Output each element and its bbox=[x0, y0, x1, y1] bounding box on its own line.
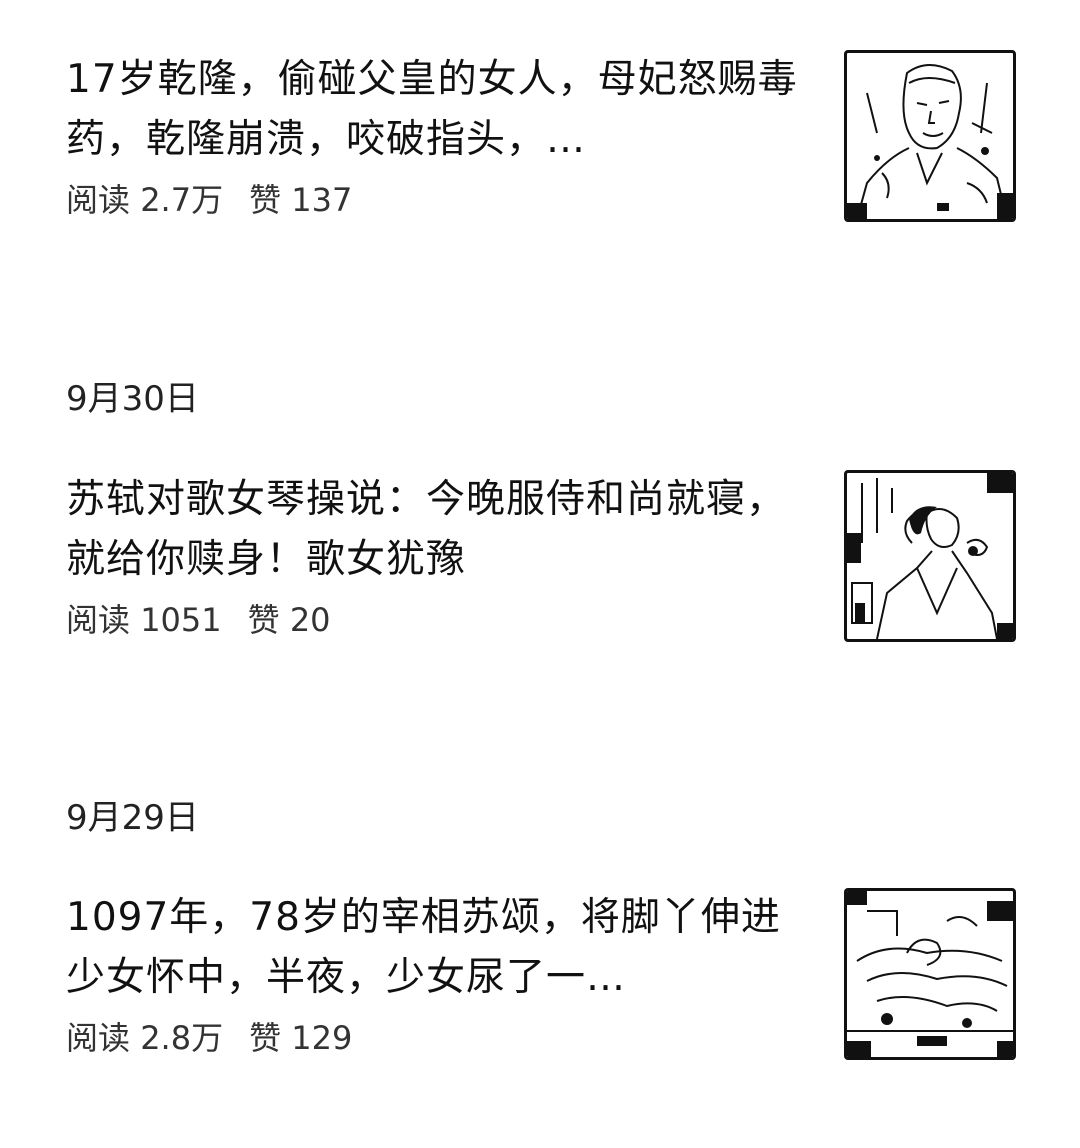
woman-portrait-image bbox=[847, 473, 1013, 639]
article-text: 苏轼对歌女琴操说：今晚服侍和尚就寝，就给你赎身！歌女犹豫 阅读 1051 赞 20 bbox=[66, 470, 806, 642]
likes-count: 20 bbox=[289, 601, 331, 639]
reads-count: 2.8万 bbox=[140, 1019, 224, 1057]
article-text: 1097年，78岁的宰相苏颂，将脚丫伸进少女怀中，半夜，少女尿了一… 阅读 2.… bbox=[66, 888, 806, 1060]
portrait-sketch-image bbox=[847, 64, 1013, 219]
reads-label: 阅读 bbox=[66, 1019, 131, 1057]
likes-label: 赞 bbox=[249, 1019, 282, 1057]
date-header: 9月30日 bbox=[66, 379, 199, 419]
article-title[interactable]: 1097年，78岁的宰相苏颂，将脚丫伸进少女怀中，半夜，少女尿了一… bbox=[66, 888, 806, 1008]
article-thumbnail[interactable] bbox=[844, 470, 1016, 642]
article-thumbnail[interactable] bbox=[844, 50, 1016, 222]
reads-label: 阅读 bbox=[66, 181, 131, 219]
article-stats: 阅读 2.8万赞 129 bbox=[66, 1016, 806, 1060]
likes-count: 129 bbox=[291, 1019, 353, 1057]
likes-label: 赞 bbox=[249, 181, 282, 219]
article-item[interactable]: 苏轼对歌女琴操说：今晚服侍和尚就寝，就给你赎身！歌女犹豫 阅读 1051 赞 20 bbox=[66, 470, 1016, 645]
reads-count: 2.7万 bbox=[140, 181, 224, 219]
article-title[interactable]: 苏轼对歌女琴操说：今晚服侍和尚就寝，就给你赎身！歌女犹豫 bbox=[66, 470, 806, 590]
article-thumbnail[interactable] bbox=[844, 888, 1016, 1060]
article-title[interactable]: 17岁乾隆，偷碰父皇的女人，母妃怒赐毒药，乾隆崩溃，咬破指头，… bbox=[66, 50, 806, 170]
likes-count: 137 bbox=[291, 181, 353, 219]
reads-label: 阅读 bbox=[66, 601, 131, 639]
scene-sketch-image bbox=[847, 891, 1013, 1057]
article-item[interactable]: 1097年，78岁的宰相苏颂，将脚丫伸进少女怀中，半夜，少女尿了一… 阅读 2.… bbox=[66, 888, 1016, 1063]
article-item[interactable]: 17岁乾隆，偷碰父皇的女人，母妃怒赐毒药，乾隆崩溃，咬破指头，… 阅读 2.7万… bbox=[66, 50, 1016, 225]
article-stats: 阅读 2.7万赞 137 bbox=[66, 178, 806, 222]
article-feed: 17岁乾隆，偷碰父皇的女人，母妃怒赐毒药，乾隆崩溃，咬破指头，… 阅读 2.7万… bbox=[0, 0, 1080, 1148]
reads-count: 1051 bbox=[140, 601, 222, 639]
article-stats: 阅读 1051 赞 20 bbox=[66, 598, 806, 642]
article-text: 17岁乾隆，偷碰父皇的女人，母妃怒赐毒药，乾隆崩溃，咬破指头，… 阅读 2.7万… bbox=[66, 50, 806, 222]
likes-label: 赞 bbox=[247, 601, 280, 639]
date-header: 9月29日 bbox=[66, 798, 199, 838]
